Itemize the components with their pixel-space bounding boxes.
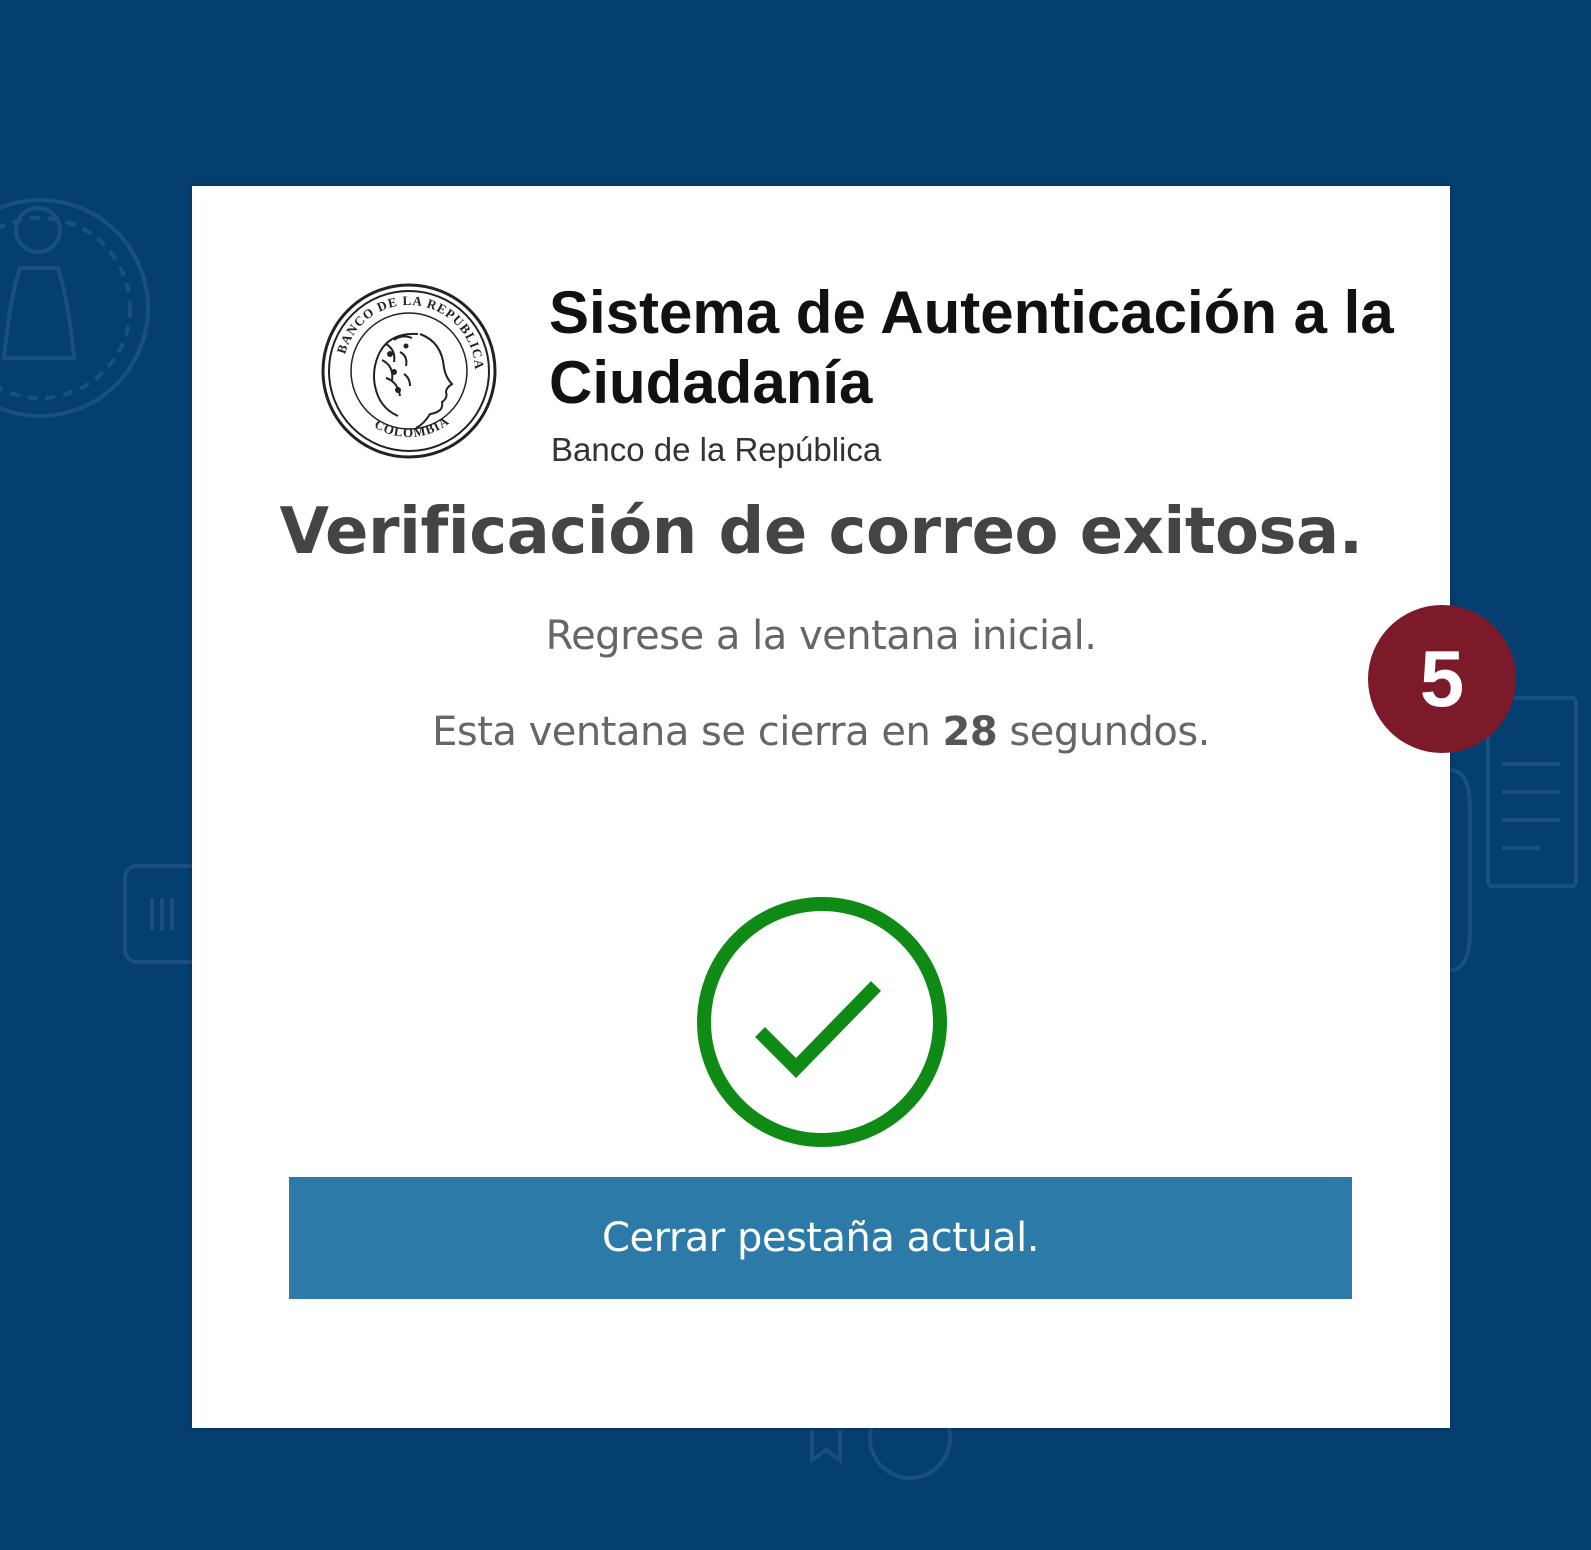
page-background: BANCO DE LA REPUBLICA COLOMBIA Sistema d… (0, 0, 1591, 1550)
success-heading: Verificación de correo exitosa. (279, 495, 1364, 569)
check-circle-icon (694, 894, 950, 1150)
countdown-seconds: 28 (942, 709, 998, 755)
bank-seal-logo: BANCO DE LA REPUBLICA COLOMBIA (320, 282, 498, 460)
verification-card: BANCO DE LA REPUBLICA COLOMBIA Sistema d… (192, 186, 1450, 1428)
countdown-message: Esta ventana se cierra en 28 segundos. (192, 706, 1450, 758)
brand-title: Sistema de Autenticación a la Ciudadanía (549, 279, 1394, 416)
brand-subtitle: Banco de la República (551, 431, 882, 468)
countdown-suffix: segundos. (1009, 709, 1210, 755)
step-number-badge: 5 (1368, 605, 1516, 753)
return-instruction: Regrese a la ventana inicial. (545, 613, 1097, 659)
close-tab-button[interactable]: Cerrar pestaña actual. (289, 1177, 1352, 1299)
countdown-prefix: Esta ventana se cierra en (432, 709, 931, 755)
